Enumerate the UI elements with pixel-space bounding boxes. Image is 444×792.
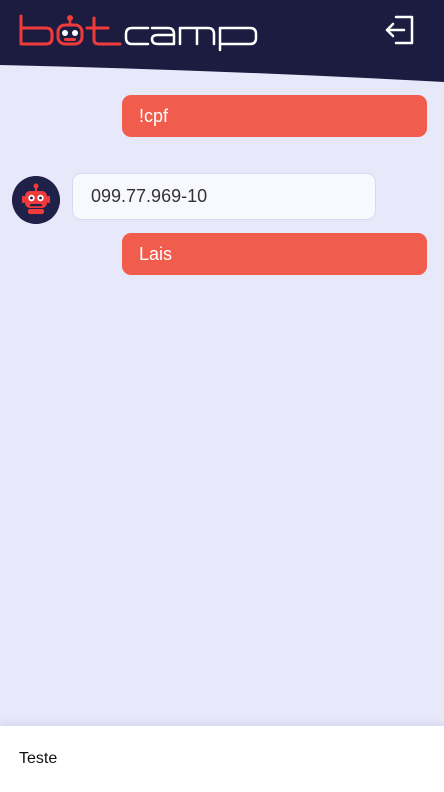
user-message-bubble: !cpf	[122, 95, 427, 137]
app-header	[0, 0, 444, 82]
robot-icon	[12, 176, 60, 224]
logout-icon[interactable]	[384, 12, 418, 48]
chat-app: !cpf 099.77.969-10 Lais	[0, 0, 444, 792]
message-composer	[0, 726, 444, 792]
bot-message-bubble: 099.77.969-10	[72, 173, 376, 220]
message-text: 099.77.969-10	[91, 186, 208, 206]
message-text: !cpf	[139, 106, 169, 126]
message-text: Lais	[139, 244, 173, 264]
message-input[interactable]	[19, 747, 419, 771]
bot-message-row: 099.77.969-10	[12, 173, 432, 224]
botcamp-logo	[19, 14, 258, 52]
user-message-bubble: Lais	[122, 233, 427, 275]
